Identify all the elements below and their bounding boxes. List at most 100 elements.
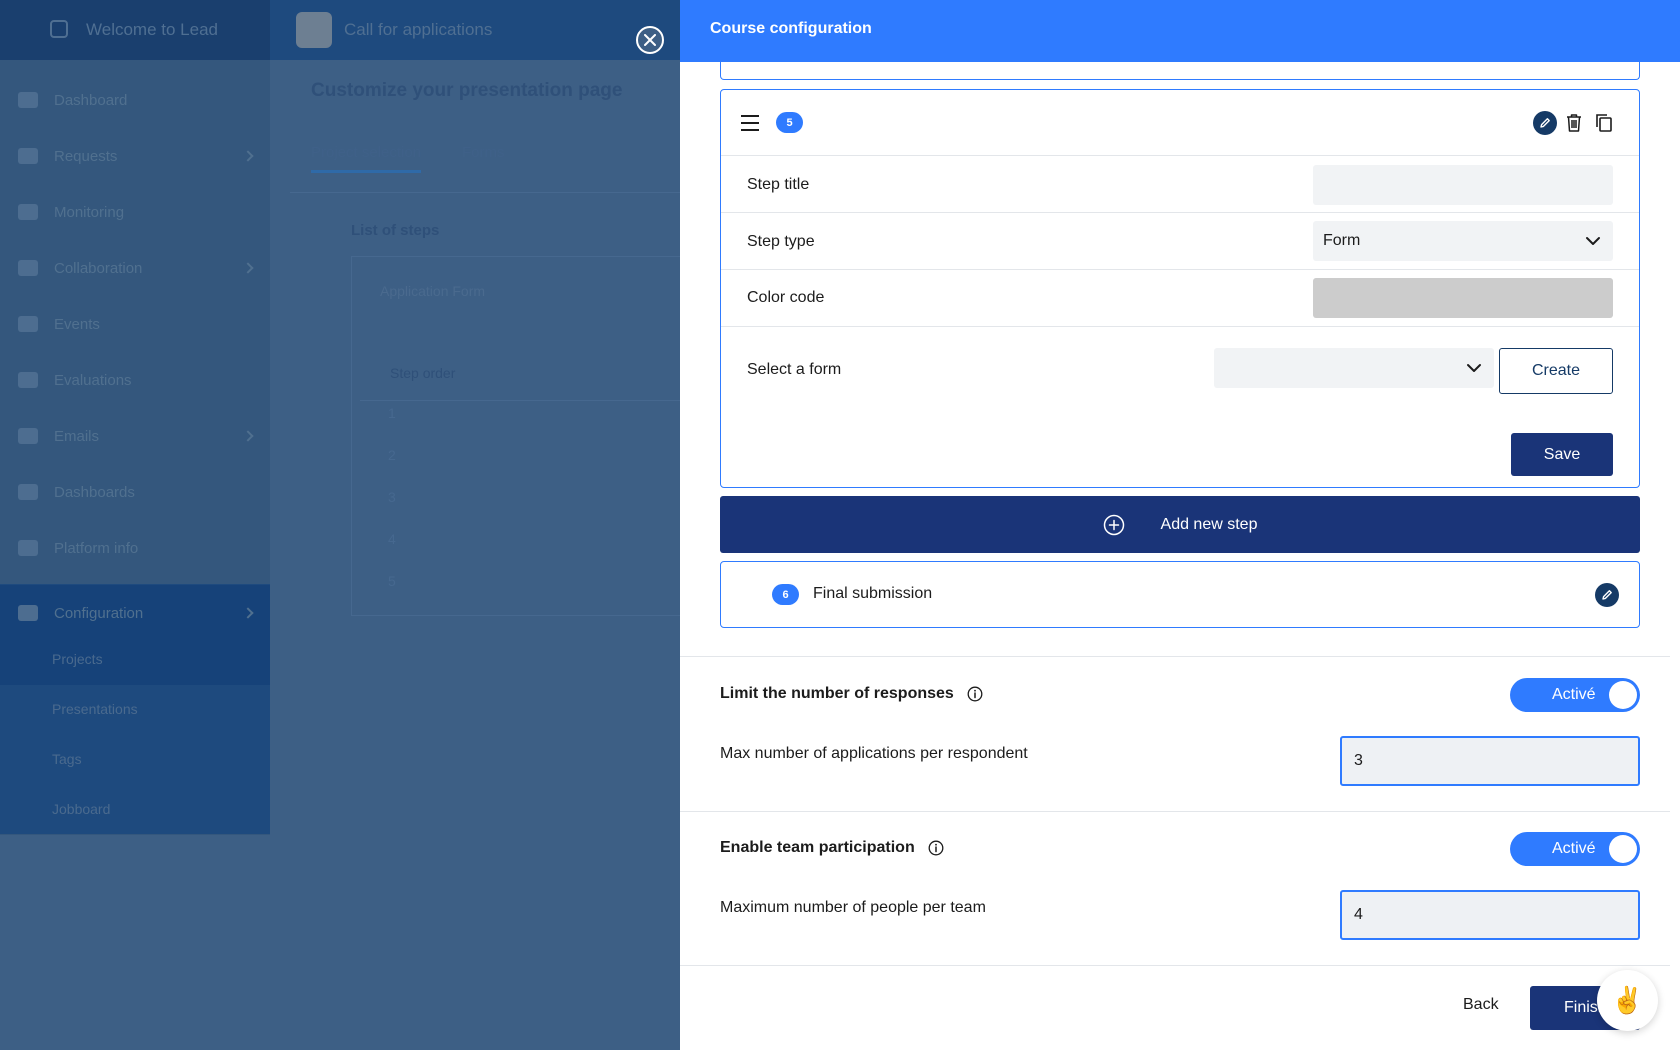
toggle-label: Activé — [1552, 686, 1596, 703]
app-logo — [296, 12, 332, 48]
section-divider — [680, 656, 1680, 657]
plus-circle-icon — [1103, 514, 1124, 535]
dashboard-icon — [18, 92, 38, 108]
color-code-label: Color code — [747, 289, 825, 306]
sidebar-sub-item: Presentations — [52, 701, 138, 717]
sidebar-item: Dashboard — [0, 72, 270, 128]
sidebar-sub-item: Projects — [52, 651, 103, 667]
dashboards-icon — [18, 484, 38, 500]
team-participation-title: Enable team participation — [720, 839, 944, 857]
section-divider — [680, 811, 1680, 812]
add-new-step-label: Add new step — [1160, 515, 1258, 533]
background-brand: Welcome to Lead — [86, 20, 218, 39]
section-divider — [680, 965, 1680, 966]
step-title-input[interactable] — [1313, 165, 1613, 205]
background-sidebar-head: Welcome to Lead — [0, 0, 270, 60]
sidebar-sub-item: Tags — [52, 751, 82, 767]
background-column-header: Step order — [390, 365, 456, 381]
background-tab-indicator — [311, 170, 421, 173]
requests-icon — [18, 148, 38, 164]
sidebar-item-configuration: Configuration — [0, 585, 270, 641]
sidebar-item: Monitoring — [0, 184, 270, 240]
toggle-knob — [1609, 835, 1637, 863]
limit-responses-toggle[interactable]: Activé — [1510, 678, 1640, 712]
sidebar-item: Platform info — [0, 520, 270, 576]
limit-responses-label: Limit the number of responses — [720, 685, 954, 702]
chevron-down-icon — [1467, 364, 1481, 372]
background-card — [351, 256, 680, 616]
step-number-badge: 5 — [776, 112, 803, 133]
copy-icon — [1596, 114, 1612, 132]
background-row: 5 — [388, 573, 396, 589]
duplicate-step-button[interactable] — [1593, 111, 1615, 135]
max-applications-input[interactable] — [1340, 736, 1640, 786]
save-step-button[interactable]: Save — [1511, 433, 1613, 476]
step-title-row: Step title — [721, 156, 1639, 213]
evaluations-icon — [18, 372, 38, 388]
background-tab: Forms — [462, 144, 505, 161]
background-row-line — [360, 400, 680, 401]
drawer-scrollbar[interactable] — [1670, 62, 1680, 1050]
info-icon[interactable] — [928, 840, 944, 856]
background-row: 3 — [388, 489, 396, 505]
background-card-label: List of steps — [351, 222, 440, 239]
help-chat-bubble[interactable]: ✌️ — [1597, 970, 1658, 1031]
info-icon[interactable] — [967, 686, 983, 702]
max-applications-label: Max number of applications per responden… — [720, 745, 1028, 762]
emails-icon — [18, 428, 38, 444]
add-new-step-button[interactable]: Add new step — [720, 496, 1640, 553]
edit-final-step-button[interactable] — [1595, 583, 1619, 607]
edit-step-button[interactable] — [1533, 111, 1557, 135]
sidebar-item: Dashboards — [0, 464, 270, 520]
select-form-dropdown[interactable] — [1214, 348, 1494, 388]
delete-step-button[interactable] — [1563, 111, 1585, 135]
chevron-icon — [242, 262, 254, 274]
background-row: 2 — [388, 447, 396, 463]
background-divider — [290, 192, 680, 193]
final-submission-card: 6 Final submission — [720, 561, 1640, 628]
sidebar-item: Evaluations — [0, 352, 270, 408]
toggle-knob — [1609, 681, 1637, 709]
chevron-icon — [242, 430, 254, 442]
team-participation-toggle[interactable]: Activé — [1510, 832, 1640, 866]
team-participation-label: Enable team participation — [720, 839, 915, 856]
color-code-row: Color code — [721, 270, 1639, 327]
step-title-label: Step title — [747, 176, 810, 193]
background-page-title: Customize your presentation page — [311, 80, 623, 101]
background-row: 4 — [388, 531, 396, 547]
drag-handle-icon[interactable] — [741, 115, 759, 131]
limit-responses-title: Limit the number of responses — [720, 685, 983, 703]
chevron-icon — [242, 607, 254, 619]
events-icon — [18, 316, 38, 332]
pencil-icon — [1602, 590, 1612, 600]
background-tab: Project selection — [311, 144, 422, 161]
collaboration-icon — [18, 260, 38, 276]
trash-icon — [1567, 114, 1581, 132]
back-button[interactable]: Back — [1463, 996, 1499, 1014]
close-icon — [644, 34, 656, 46]
max-team-size-input[interactable] — [1340, 890, 1640, 940]
step-type-label: Step type — [747, 233, 815, 250]
sidebar-item: Events — [0, 296, 270, 352]
platform-info-icon — [18, 540, 38, 556]
max-team-size-label: Maximum number of people per team — [720, 899, 986, 916]
background-app: Welcome to Lead Call for applications Da… — [0, 0, 680, 1050]
color-code-picker[interactable] — [1313, 278, 1613, 318]
step-type-select[interactable]: Form — [1313, 221, 1613, 261]
step-card-header: 5 — [721, 90, 1639, 156]
course-configuration-drawer: Course configuration 5 Step title Step t… — [680, 0, 1680, 1050]
step-number-badge: 6 — [772, 584, 799, 605]
create-form-button[interactable]: Create — [1499, 348, 1613, 394]
sidebar-sub-item: Jobboard — [52, 801, 111, 817]
menu-icon — [50, 20, 68, 38]
chevron-icon — [242, 150, 254, 162]
step-type-row: Step type Form — [721, 213, 1639, 270]
toggle-label: Activé — [1552, 840, 1596, 857]
chevron-down-icon — [1586, 237, 1600, 245]
final-submission-label: Final submission — [813, 585, 933, 602]
close-drawer-button[interactable] — [636, 26, 664, 54]
background-row: 1 — [388, 405, 396, 421]
background-sidebar-active: Configuration — [0, 585, 270, 685]
step-card: 5 Step title Step type Form Color code S… — [720, 89, 1640, 488]
sidebar-item: Requests — [0, 128, 270, 184]
